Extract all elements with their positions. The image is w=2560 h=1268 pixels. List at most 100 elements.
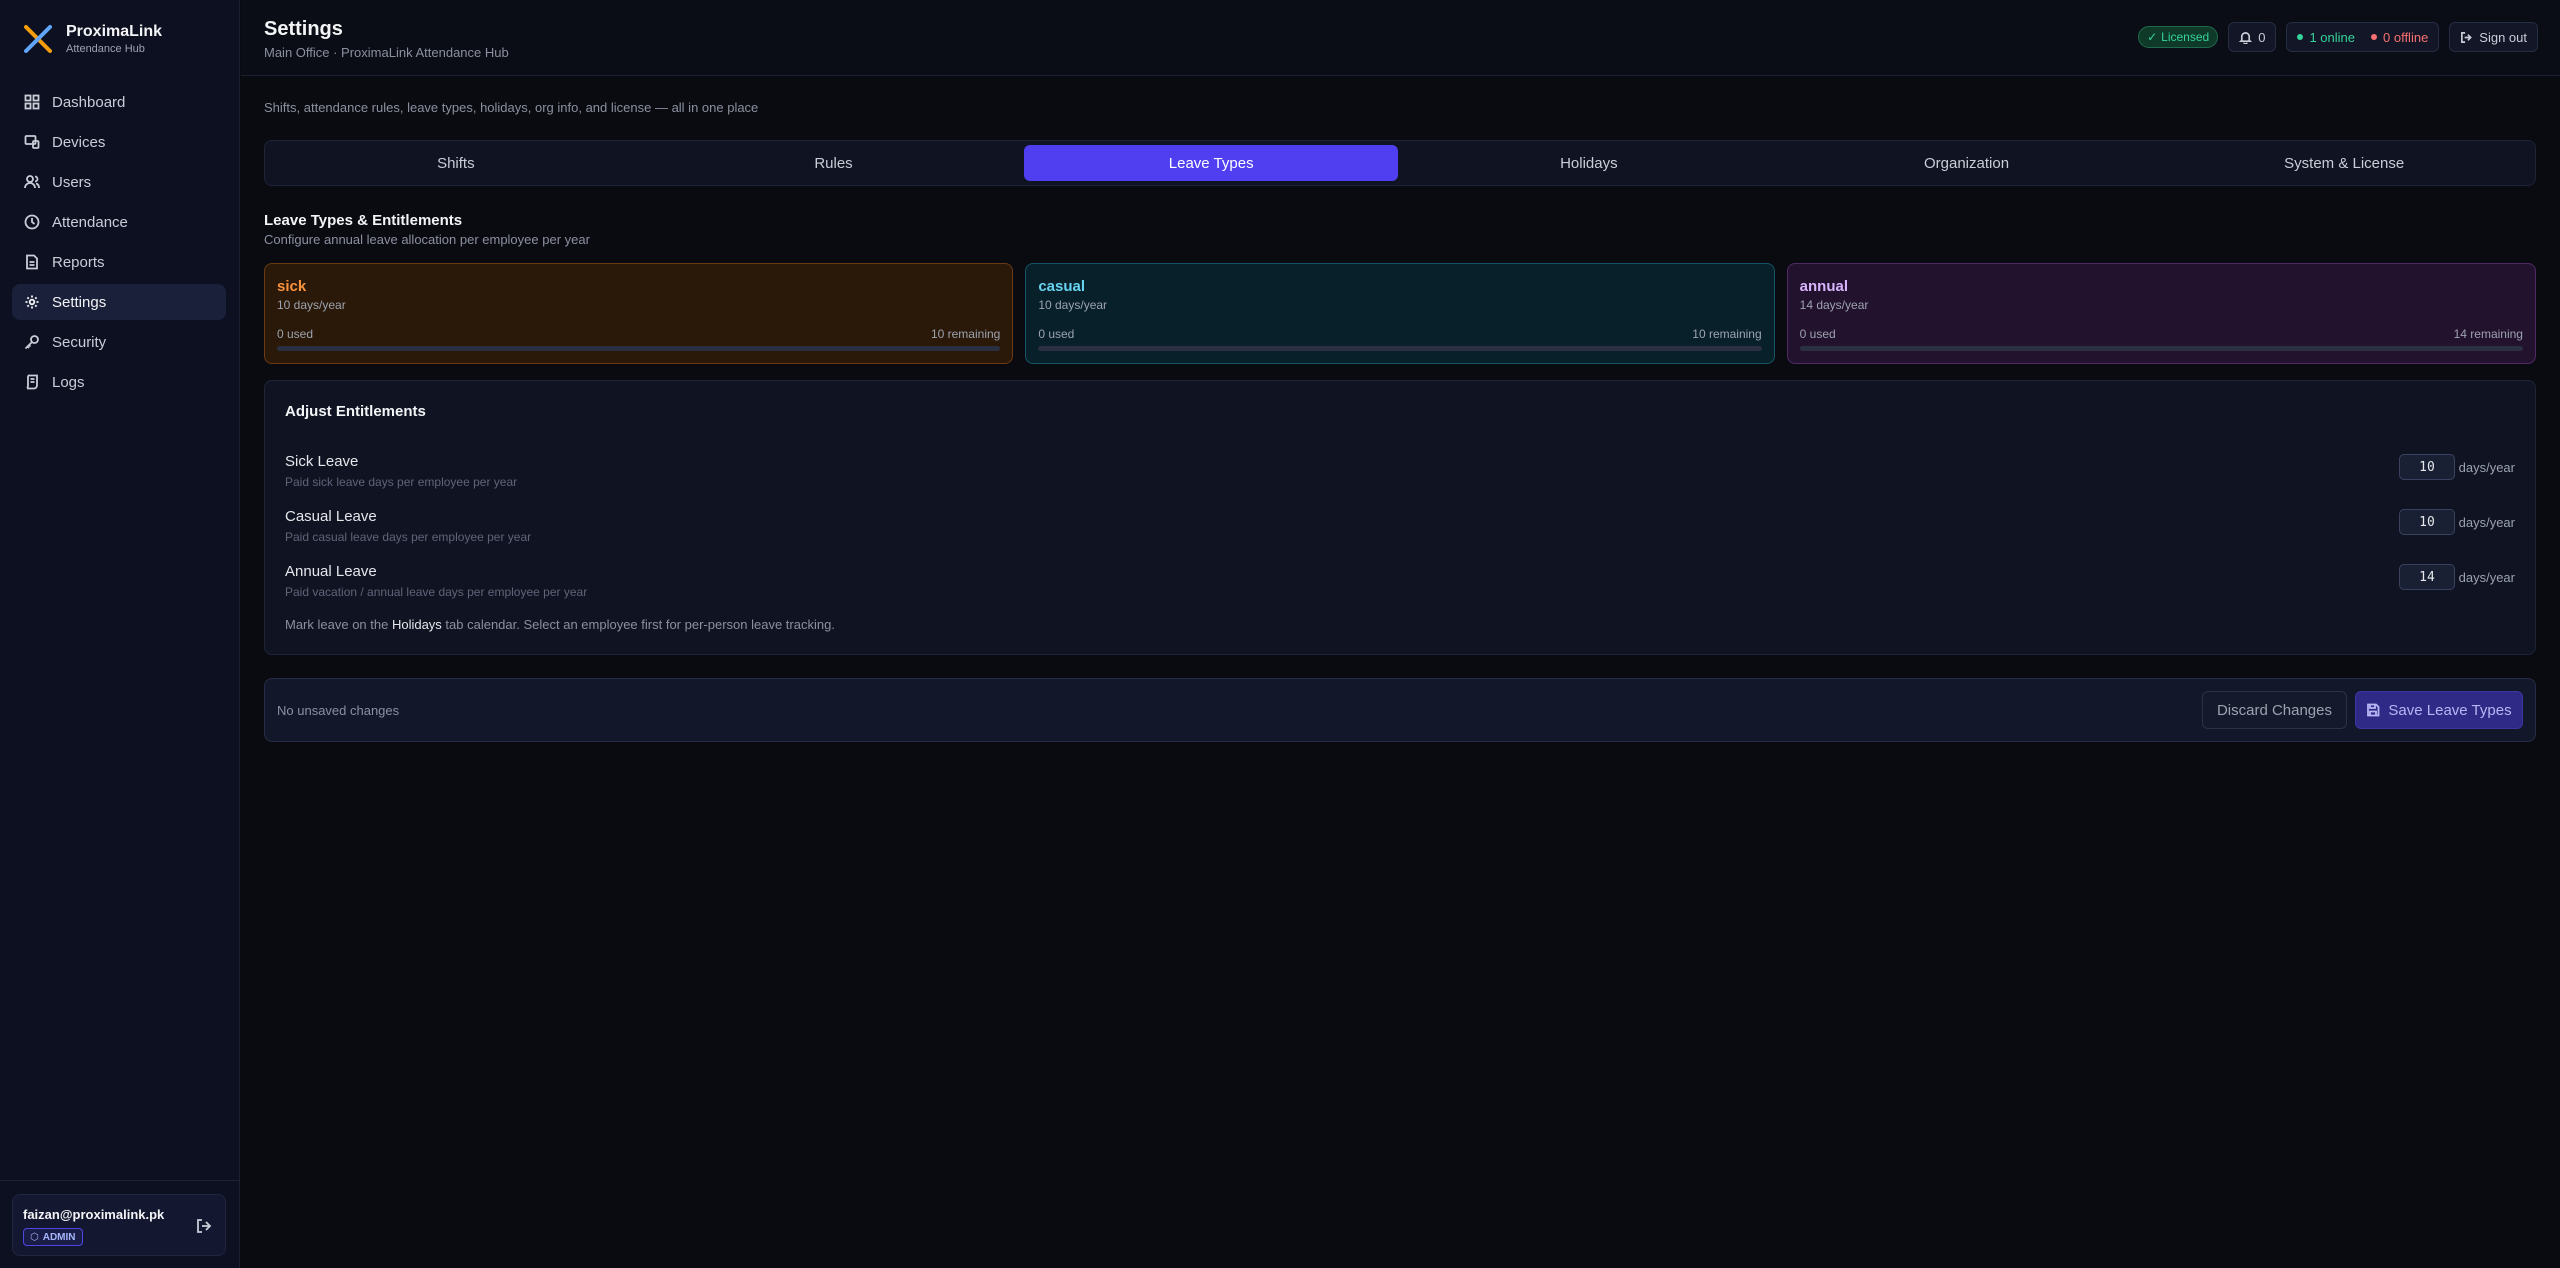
tab-organization[interactable]: Organization xyxy=(1780,145,2154,181)
leave-usage-bar xyxy=(277,346,1001,351)
leave-card-days: 10 days/year xyxy=(1038,298,1108,312)
offline-dot-icon xyxy=(2371,34,2377,40)
sidebar-item-label: Users xyxy=(52,173,92,191)
leave-usage-bar xyxy=(1799,346,2523,351)
casual-leave-days-input[interactable] xyxy=(2399,509,2455,535)
discard-changes-button[interactable]: Discard Changes xyxy=(2201,691,2347,729)
adjust-title: Adjust Entitlements xyxy=(285,403,426,420)
sidebar-item-label: Attendance xyxy=(52,213,128,231)
leave-card-remaining: 10 remaining xyxy=(930,327,1001,341)
shield-icon: ⬡ xyxy=(30,1231,39,1243)
gear-icon xyxy=(24,294,40,310)
sidebar-item-label: Settings xyxy=(52,293,107,311)
document-icon xyxy=(24,254,40,270)
online-count: 1 online xyxy=(2309,29,2355,45)
brand-subtitle: Attendance Hub xyxy=(66,43,145,55)
save-icon xyxy=(2367,703,2380,717)
online-dot-icon xyxy=(2297,34,2304,40)
leave-card-days: 14 days/year xyxy=(1799,298,1869,312)
check-icon: ✓ xyxy=(2147,30,2158,44)
sidebar-item-dashboard[interactable]: Dashboard xyxy=(12,84,226,120)
annual-leave-days-input[interactable] xyxy=(2399,564,2455,590)
leave-card-remaining: 10 remaining xyxy=(1692,327,1762,341)
sidebar-item-label: Dashboard xyxy=(52,93,126,111)
save-status: No unsaved changes xyxy=(277,703,400,718)
section-title: Leave Types & Entitlements xyxy=(264,212,463,229)
leave-tracking-note: Mark leave on the Holidays tab calendar.… xyxy=(285,617,835,632)
user-email: faizan@proximalink.pk xyxy=(23,1207,165,1222)
sidebar-item-devices[interactable]: Devices xyxy=(12,124,226,160)
user-card: faizan@proximalink.pk ⬡ ADMIN xyxy=(12,1194,226,1256)
offline-count: 0 offline xyxy=(2383,29,2429,45)
entitlement-label: Annual Leave xyxy=(285,563,377,580)
clock-icon xyxy=(24,214,40,230)
sidebar-item-settings[interactable]: Settings xyxy=(12,284,226,320)
settings-intro: Shifts, attendance rules, leave types, h… xyxy=(264,100,759,115)
page-subtitle: Main Office · ProximaLink Attendance Hub xyxy=(264,45,509,60)
sidebar-item-label: Reports xyxy=(52,253,105,271)
sidebar-item-logs[interactable]: Logs xyxy=(12,364,226,400)
tab-rules[interactable]: Rules xyxy=(647,145,1021,181)
key-icon xyxy=(24,334,40,350)
tab-shifts[interactable]: Shifts xyxy=(269,145,643,181)
holidays-tab-link[interactable]: Holidays xyxy=(392,617,442,632)
license-label: Licensed xyxy=(2161,30,2210,44)
logout-button[interactable] xyxy=(195,1217,213,1235)
entitlement-unit: days/year xyxy=(2458,515,2515,530)
leave-card-used: 0 used xyxy=(277,327,314,341)
notifications-button[interactable]: 0 xyxy=(2228,22,2277,52)
page-title: Settings xyxy=(264,18,343,40)
proximalink-logo-icon xyxy=(24,25,52,53)
adjust-entitlements-panel: Adjust Entitlements Sick Leave Paid sick… xyxy=(264,380,2536,655)
sidebar-item-security[interactable]: Security xyxy=(12,324,226,360)
leave-usage-bar xyxy=(1038,346,1762,351)
grid-icon xyxy=(24,94,40,110)
sidebar-nav: Dashboard Devices Users Attendance Repor… xyxy=(12,84,226,404)
sidebar-item-users[interactable]: Users xyxy=(12,164,226,200)
scroll-icon xyxy=(24,374,40,390)
header-actions: ✓ Licensed 0 1 online 0 offline Sign out xyxy=(2138,22,2538,52)
settings-tabs: Shifts Rules Leave Types Holidays Organi… xyxy=(264,140,2536,186)
entitlement-row-annual: Annual Leave Paid vacation / annual leav… xyxy=(285,563,2515,603)
note-prefix: Mark leave on the xyxy=(285,617,392,632)
entitlement-row-sick: Sick Leave Paid sick leave days per empl… xyxy=(285,453,2515,493)
leave-card-days: 10 days/year xyxy=(277,298,346,312)
sidebar-item-attendance[interactable]: Attendance xyxy=(12,204,226,240)
leave-card-sick: sick 10 days/year 0 used 10 remaining xyxy=(264,263,1014,364)
leave-card-used: 0 used xyxy=(1799,327,1836,341)
main-content: Shifts, attendance rules, leave types, h… xyxy=(264,100,2536,742)
save-leave-types-button[interactable]: Save Leave Types xyxy=(2355,691,2523,729)
entitlement-unit: days/year xyxy=(2458,460,2515,475)
section-subtitle: Configure annual leave allocation per em… xyxy=(264,232,590,247)
bell-icon xyxy=(2239,31,2253,44)
tab-leave-types[interactable]: Leave Types xyxy=(1024,145,1399,181)
save-bar: No unsaved changes Discard Changes Save … xyxy=(264,678,2536,742)
tab-system-license[interactable]: System & License xyxy=(2157,145,2531,181)
entitlement-unit: days/year xyxy=(2458,570,2515,585)
device-status-button[interactable]: 1 online 0 offline xyxy=(2286,22,2440,52)
role-label: ADMIN xyxy=(42,1231,76,1243)
tab-holidays[interactable]: Holidays xyxy=(1402,145,1776,181)
license-badge: ✓ Licensed xyxy=(2138,26,2219,48)
leave-card-annual: annual 14 days/year 0 used 14 remaining xyxy=(1786,263,2536,364)
notifications-count: 0 xyxy=(2258,29,2266,45)
leave-card-casual: casual 10 days/year 0 used 10 remaining xyxy=(1025,263,1775,364)
leave-card-name: casual xyxy=(1038,278,1086,295)
top-header: Settings Main Office · ProximaLink Atten… xyxy=(241,0,2560,76)
brand-name: ProximaLink xyxy=(66,23,163,40)
sidebar-item-reports[interactable]: Reports xyxy=(12,244,226,280)
role-badge: ⬡ ADMIN xyxy=(23,1228,83,1246)
brand[interactable]: ProximaLink Attendance Hub xyxy=(22,22,162,56)
sidebar-item-label: Devices xyxy=(52,133,106,151)
logout-icon xyxy=(197,1219,212,1233)
sign-out-label: Sign out xyxy=(2479,29,2527,45)
sidebar-item-label: Security xyxy=(52,333,107,351)
entitlement-description: Paid sick leave days per employee per ye… xyxy=(285,475,518,489)
sign-out-button[interactable]: Sign out xyxy=(2449,22,2538,52)
users-icon xyxy=(24,174,40,190)
save-label: Save Leave Types xyxy=(2388,701,2512,719)
sick-leave-days-input[interactable] xyxy=(2399,454,2455,480)
note-suffix: tab calendar. Select an employee first f… xyxy=(441,617,835,632)
entitlement-row-casual: Casual Leave Paid casual leave days per … xyxy=(285,508,2515,548)
leave-card-used: 0 used xyxy=(1038,327,1075,341)
